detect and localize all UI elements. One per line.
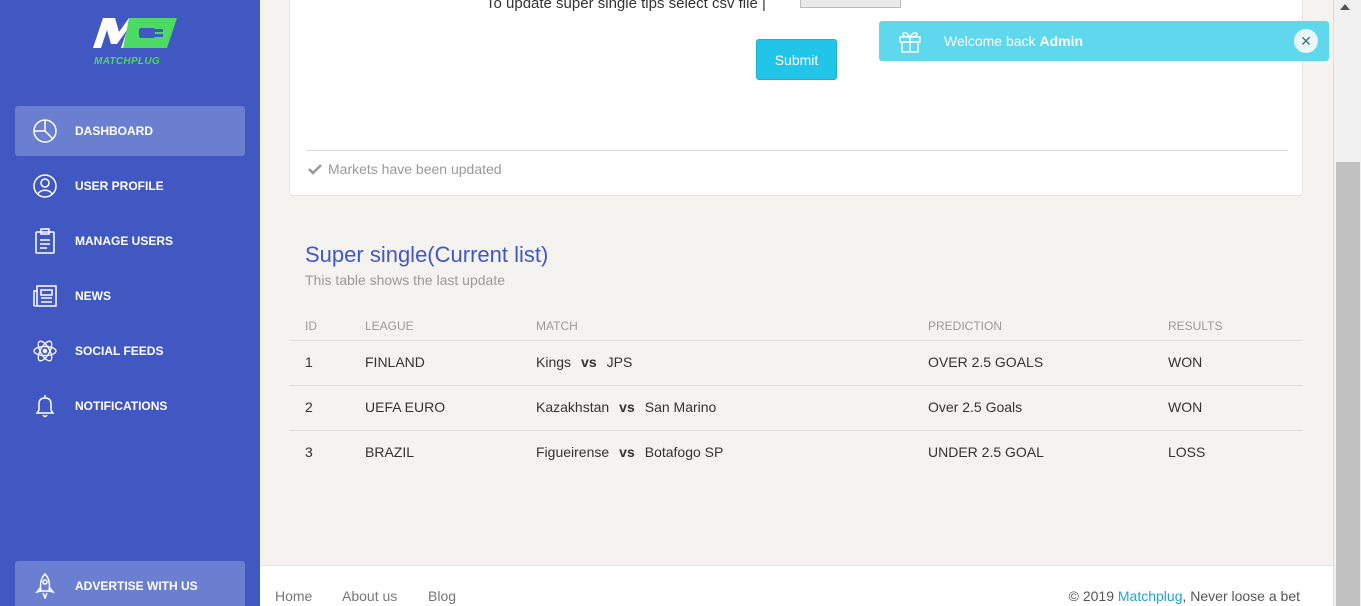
footer-link-blog[interactable]: Blog [428,588,456,604]
cell-prediction: Over 2.5 Goals [928,399,1023,415]
cell-match: Kazakhstan vs San Marino [536,399,716,415]
vs-label: vs [619,399,635,415]
notification-message: Welcome back Admin [944,33,1083,49]
home-team: Kings [536,354,572,370]
upload-label: To update super single tips select csv f… [486,0,766,12]
scrollbar[interactable] [1333,0,1361,606]
cell-result: LOSS [1168,444,1206,460]
copyright-prefix: © 2019 [1068,588,1118,604]
page-footer: Home About us Blog © 2019 Matchplug, Nev… [260,565,1333,606]
logo-text: MATCHPLUG [94,56,160,67]
scroll-up-icon[interactable] [1340,4,1350,10]
cell-id: 3 [305,444,313,460]
copyright-suffix: , Never loose a bet [1182,588,1300,604]
copyright: © 2019 Matchplug, Never loose a bet [1069,588,1300,604]
cell-id: 2 [305,399,313,415]
column-header-results: RESULTS [1168,319,1223,333]
cell-match: Kings vs JPS [536,354,632,370]
cell-result: WON [1168,399,1203,415]
sidebar-item-news[interactable]: NEWS [15,271,245,321]
column-header-league: LEAGUE [365,319,414,333]
scroll-thumb[interactable] [1336,162,1360,606]
footer-link-home[interactable]: Home [275,588,312,604]
cell-league: FINLAND [365,354,425,370]
column-header-match: MATCH [536,319,578,333]
clipboard-icon [35,228,55,254]
sidebar-item-label: NOTIFICATIONS [75,399,168,413]
check-icon [308,164,322,175]
sidebar-item-label: NEWS [75,289,111,303]
gift-icon [899,31,921,53]
cell-id: 1 [305,354,313,370]
rocket-icon [35,573,55,599]
bell-icon [35,395,55,418]
submit-button[interactable]: Submit [756,39,837,80]
sidebar-item-social-feeds[interactable]: SOCIAL FEEDS [15,326,245,376]
home-team: Figueirense [536,444,610,460]
vs-label: vs [619,444,635,460]
welcome-notification: Welcome back Admin ✕ [879,21,1329,61]
atom-icon [33,340,57,362]
footer-link-about[interactable]: About us [342,588,397,604]
sidebar-item-label: DASHBOARD [75,124,153,138]
sidebar-item-manage-users[interactable]: MANAGE USERS [15,216,245,266]
notification-user: Admin [1039,33,1084,49]
close-icon[interactable]: ✕ [1294,29,1318,53]
sidebar-item-label: USER PROFILE [75,179,164,193]
status-text: Markets have been updated [328,161,502,177]
file-input[interactable] [800,0,901,8]
pie-chart-icon [33,119,57,143]
vs-label: vs [581,354,597,370]
user-icon [33,174,57,198]
sidebar-item-notifications[interactable]: NOTIFICATIONS [15,381,245,431]
row-divider [290,430,1302,431]
notification-text: Welcome back [944,33,1040,49]
away-team: JPS [606,354,633,370]
sidebar-item-user-profile[interactable]: USER PROFILE [15,161,245,211]
row-divider [290,340,1302,341]
sidebar-item-label: SOCIAL FEEDS [75,344,164,358]
table-subtitle: This table shows the last update [305,272,506,288]
row-divider [290,385,1302,386]
sidebar-item-label: ADVERTISE WITH US [75,579,198,593]
cell-prediction: UNDER 2.5 GOAL [928,444,1044,460]
status-message: Markets have been updated [308,161,502,177]
column-header-id: ID [305,319,317,333]
cell-result: WON [1168,354,1203,370]
sidebar-item-advertise[interactable]: ADVERTISE WITH US [15,561,245,606]
divider [306,150,1288,151]
cell-league: UEFA EURO [365,399,446,415]
table-title: Super single(Current list) [305,242,549,267]
away-team: Botafogo SP [644,444,724,460]
newspaper-icon [33,285,57,307]
away-team: San Marino [644,399,717,415]
sidebar: MATCHPLUG DASHBOARD USER PROFILE MANAGE … [0,0,260,606]
sidebar-item-dashboard[interactable]: DASHBOARD [15,106,245,156]
cell-match: Figueirense vs Botafogo SP [536,444,723,460]
column-header-prediction: PREDICTION [928,319,1003,333]
brand-link[interactable]: Matchplug [1118,588,1183,604]
cell-prediction: OVER 2.5 GOALS [928,354,1044,370]
home-team: Kazakhstan [536,399,610,415]
cell-league: BRAZIL [365,444,415,460]
sidebar-item-label: MANAGE USERS [75,234,174,248]
